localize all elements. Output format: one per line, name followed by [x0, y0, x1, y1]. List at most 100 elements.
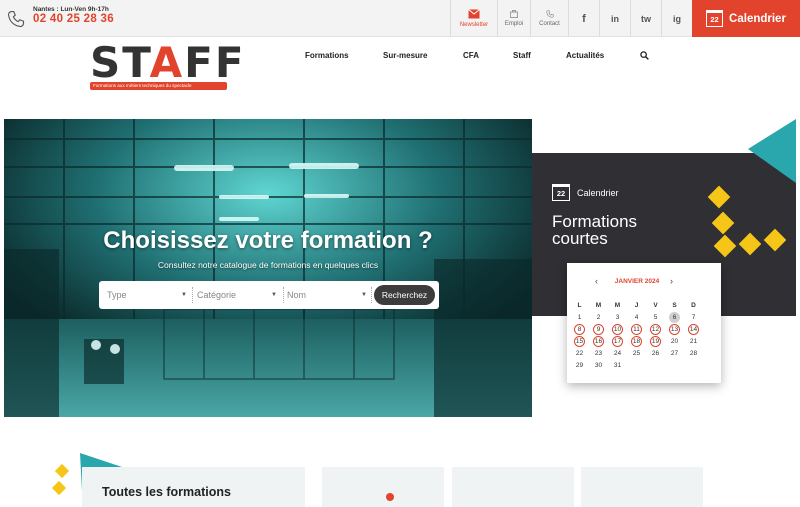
logo-wordmark: STAFF [90, 42, 246, 84]
weekday-header: V [653, 302, 658, 309]
categorie-select-value: Catégorie [197, 290, 237, 300]
newsletter-link[interactable]: Newsletter [450, 0, 497, 37]
logo-word-a: A [149, 38, 185, 87]
divider [283, 287, 284, 303]
nom-select-value: Nom [287, 290, 307, 300]
calendar-day: 30 [594, 362, 603, 369]
chevron-down-icon: ▼ [361, 292, 367, 298]
divider [371, 287, 372, 303]
calendar-panel-title-line2: courtes [552, 229, 608, 248]
hero-subtitle: Consultez notre catalogue de formations … [157, 260, 379, 270]
formation-category-card[interactable] [452, 467, 574, 507]
calendar-day: 6 [669, 312, 680, 323]
next-month-button[interactable]: › [670, 276, 673, 286]
hero-banner: Choisissez votre formation ? Consultez n… [4, 119, 532, 417]
calendar-day: 21 [689, 338, 698, 345]
calendar-icon: 22 [706, 10, 724, 27]
logo-word-post: FF [184, 38, 246, 87]
nav-actualites[interactable]: Actualités [566, 51, 604, 60]
weekday-header: M [614, 302, 621, 309]
calendar-day[interactable]: 12 [650, 324, 661, 335]
calendar-button[interactable]: 22 Calendrier [692, 0, 800, 37]
briefcase-icon [510, 10, 518, 18]
mini-calendar: ‹ JANVIER 2024 › L M M J V S D 1 2 3 4 5 6 7 8 9 10 11 12 1… [567, 263, 721, 383]
hero-title: Choisissez votre formation ? [103, 227, 433, 254]
linkedin-icon[interactable]: in [599, 0, 630, 37]
calendar-day[interactable]: 14 [688, 324, 699, 335]
calendar-day[interactable]: 13 [669, 324, 680, 335]
staff-logo[interactable]: STAFF Formations aux métiers techniques … [90, 42, 244, 94]
instagram-icon[interactable]: ig [661, 0, 692, 37]
category-card-icon [386, 493, 394, 501]
calendar-button-label: Calendrier [729, 12, 786, 25]
calendar-day: 28 [689, 350, 698, 357]
type-select-value: Type [107, 290, 127, 300]
top-bar: Nantes : Lun-Ven 9h-17h 02 40 25 28 36 N… [0, 0, 800, 37]
calendar-month: JANVIER 2024 [614, 278, 660, 285]
calendar-day: 31 [613, 362, 622, 369]
calendar-day: 22 [575, 350, 584, 357]
calendar-day[interactable]: 17 [612, 336, 623, 347]
contact-link[interactable]: Contact [530, 0, 568, 37]
formation-category-card[interactable] [581, 467, 703, 507]
calendar-day[interactable]: 18 [631, 336, 642, 347]
calendar-day: 27 [670, 350, 679, 357]
calendar-day: 1 [577, 314, 582, 321]
twitter-icon[interactable]: tw [630, 0, 661, 37]
calendar-day: 7 [691, 314, 696, 321]
calendar-day: 3 [615, 314, 620, 321]
weekday-header: M [595, 302, 602, 309]
calendar-day: 20 [670, 338, 679, 345]
yellow-diamonds-decoration [707, 185, 787, 258]
chevron-down-icon: ▼ [271, 292, 277, 298]
teal-triangle-decoration [748, 119, 796, 183]
search-button[interactable]: Recherchez [374, 285, 435, 305]
newsletter-label: Newsletter [459, 22, 489, 28]
nom-select[interactable]: Nom ▼ [287, 288, 367, 302]
calendar-day: 2 [596, 314, 601, 321]
nav-sur-mesure[interactable]: Sur-mesure [383, 51, 427, 60]
envelope-icon [468, 9, 480, 19]
categorie-select[interactable]: Catégorie ▼ [197, 288, 277, 302]
logo-word-pre: ST [90, 38, 150, 87]
calendar-day[interactable]: 15 [574, 336, 585, 347]
logo-tagline: Formations aux métiers techniques du spe… [90, 82, 227, 90]
nav-formations[interactable]: Formations [305, 51, 349, 60]
nav-staff[interactable]: Staff [513, 51, 531, 60]
phone-small-icon [545, 10, 554, 18]
phone-number[interactable]: 02 40 25 28 36 [33, 13, 114, 25]
calendar-day: 5 [653, 314, 658, 321]
calendar-day[interactable]: 11 [631, 324, 642, 335]
calendar-day: 25 [632, 350, 641, 357]
emploi-link[interactable]: Emploi [497, 0, 530, 37]
calendar-day: 24 [613, 350, 622, 357]
calendar-day: 23 [594, 350, 603, 357]
calendar-day: 29 [575, 362, 584, 369]
calendar-day[interactable]: 8 [574, 324, 585, 335]
calendar-day: 4 [634, 314, 639, 321]
weekday-header: L [577, 302, 582, 309]
formation-category-card[interactable] [322, 467, 444, 507]
contact-label: Contact [539, 21, 560, 27]
previous-month-button[interactable]: ‹ [595, 276, 598, 286]
weekday-header: J [634, 302, 639, 309]
weekday-header: D [691, 302, 696, 309]
phone-hours: Nantes : Lun-Ven 9h-17h [33, 6, 109, 13]
facebook-icon[interactable]: f [568, 0, 599, 37]
nav-cfa[interactable]: CFA [463, 51, 479, 60]
chevron-down-icon: ▼ [181, 292, 187, 298]
calendar-day[interactable]: 10 [612, 324, 623, 335]
divider [192, 287, 193, 303]
type-select[interactable]: Type ▼ [107, 288, 187, 302]
calendar-icon: 22 [552, 184, 570, 201]
calendar-day[interactable]: 9 [593, 324, 604, 335]
calendar-panel-label: Calendrier [577, 188, 619, 198]
search-icon[interactable] [640, 51, 649, 60]
formation-search-form: Type ▼ Catégorie ▼ Nom ▼ Recherchez [99, 281, 439, 309]
all-formations-title: Toutes les formations [102, 485, 231, 499]
emploi-label: Emploi [504, 21, 524, 27]
calendar-day: 26 [651, 350, 660, 357]
calendar-day[interactable]: 16 [593, 336, 604, 347]
phone-icon [7, 10, 25, 28]
calendar-day[interactable]: 19 [650, 336, 661, 347]
